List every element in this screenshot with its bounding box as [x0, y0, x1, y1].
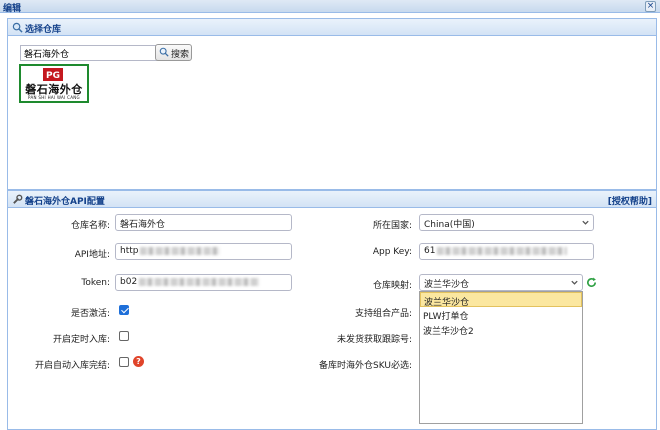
auth-help-link[interactable]: [授权帮助] [608, 194, 652, 207]
token-label: Token: [81, 278, 110, 288]
refresh-icon[interactable] [586, 277, 597, 288]
api-url-input[interactable]: http [115, 243, 292, 260]
window-title: 编辑 [3, 4, 22, 14]
country-value: China(中国) [424, 220, 475, 230]
search-button[interactable]: 搜索 [155, 44, 192, 61]
warehouse-select-header: 选择仓库 [8, 19, 656, 36]
country-select[interactable]: China(中国) [419, 214, 594, 231]
activate-checkbox[interactable] [119, 305, 129, 315]
app-key-value: 61 [424, 246, 436, 256]
chevron-down-icon [571, 280, 578, 285]
dropdown-option[interactable]: PLW打单仓 [420, 307, 582, 322]
warehouse-name-label: 仓库名称: [70, 221, 110, 231]
api-url-value: http [120, 246, 139, 256]
token-input[interactable]: b02 [115, 274, 292, 291]
panshi-logo-mark: PG [43, 68, 63, 81]
dropdown-option[interactable]: 波兰华沙仓 [420, 292, 582, 308]
timed-inbound-checkbox[interactable] [119, 331, 129, 341]
app-key-label: App Key: [372, 247, 412, 257]
window-titlebar: 编辑 × [0, 0, 660, 14]
warehouse-select-title: 选择仓库 [25, 25, 62, 35]
dropdown-option[interactable]: 波兰华沙仓2 [420, 322, 582, 337]
search-icon [159, 47, 169, 57]
warehouse-mapping-value: 波兰华沙仓 [424, 280, 470, 290]
unshipped-tracking-label: 未发货获取跟踪号: [336, 335, 412, 345]
chevron-down-icon [582, 220, 589, 225]
token-value: b02 [120, 277, 138, 287]
redacted-blur [140, 246, 221, 255]
auto-inbound-complete-checkbox[interactable] [119, 357, 129, 367]
app-key-input[interactable]: 61 [419, 243, 594, 260]
svg-text:PG: PG [46, 71, 60, 81]
search-button-label: 搜索 [171, 50, 190, 60]
warehouse-mapping-label: 仓库映射: [372, 281, 412, 291]
warehouse-logo-card[interactable]: PG 磐石海外仓 PAN SHI HAI WAI CANG [19, 64, 89, 103]
warehouse-name-input[interactable]: 磐石海外仓 [115, 214, 292, 231]
country-label: 所在国家: [372, 221, 412, 231]
warehouse-select-panel: 选择仓库 搜索 PG 磐石海外仓 PAN SHI HAI WAI CANG [7, 18, 657, 190]
search-icon [12, 22, 23, 33]
wrench-icon [13, 194, 23, 204]
help-icon[interactable]: ? [133, 356, 144, 367]
redacted-blur [139, 277, 260, 286]
activate-label: 是否激活: [70, 309, 110, 319]
redacted-blur [437, 246, 568, 255]
warehouse-mapping-dropdown: 波兰华沙仓 PLW打单仓 波兰华沙仓2 [419, 291, 583, 424]
api-url-label: API地址: [74, 250, 110, 260]
api-config-title: 磐石海外仓API配置 [25, 197, 105, 207]
warehouse-mapping-select[interactable]: 波兰华沙仓 [419, 274, 583, 291]
close-icon[interactable]: × [645, 1, 656, 12]
auto-inbound-complete-label: 开启自动入库完结: [34, 361, 110, 371]
timed-inbound-label: 开启定时入库: [52, 335, 110, 345]
support-combo-label: 支持组合产品: [354, 309, 412, 319]
logo-name-en: PAN SHI HAI WAI CANG [28, 95, 80, 100]
warehouse-search-input[interactable] [20, 45, 159, 61]
api-config-header: 磐石海外仓API配置 [授权帮助] [8, 191, 656, 208]
sku-required-label: 备库时海外仓SKU必选: [319, 361, 412, 371]
